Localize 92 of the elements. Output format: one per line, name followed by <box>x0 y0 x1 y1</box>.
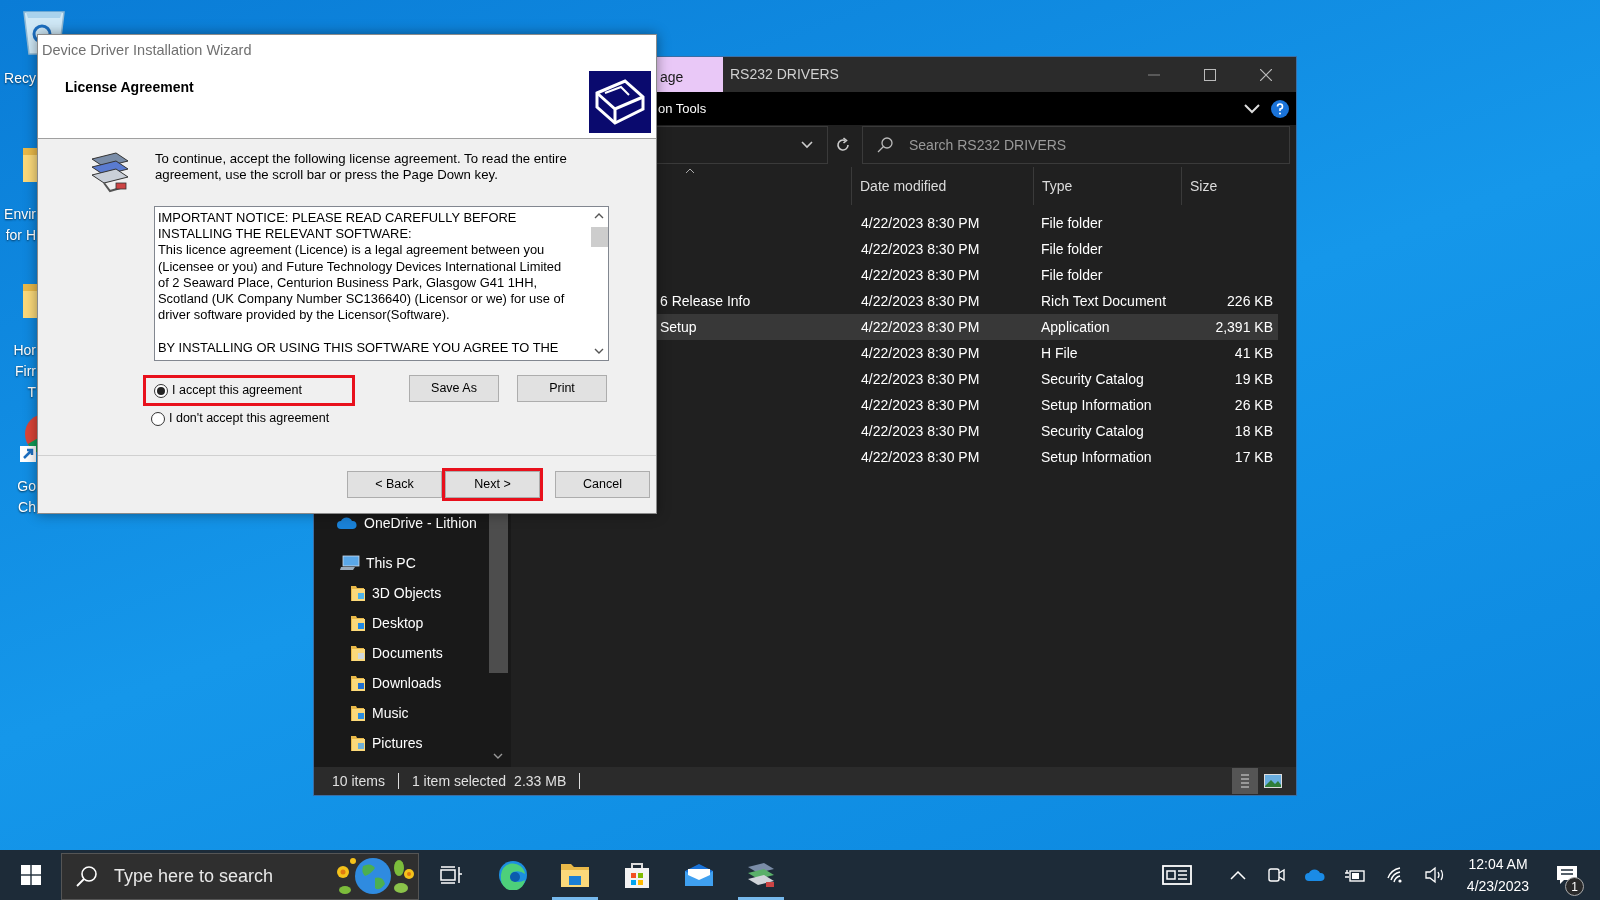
folder-icon <box>350 614 366 632</box>
date-cell: 4/22/2023 8:30 PM <box>861 370 980 387</box>
close-icon[interactable] <box>1260 68 1272 81</box>
clock[interactable]: 12:04 AM 4/23/2023 <box>1454 850 1542 900</box>
instruction-text: To continue, accept the following license agreement. To read the entire agreement, use the scroll bar or press the Page Down key. <box>155 151 567 184</box>
desktop-icon-label[interactable]: Go Ch <box>0 476 36 518</box>
scroll-down-icon[interactable] <box>493 753 503 760</box>
nav-item[interactable]: Music <box>314 698 511 728</box>
dialog-button[interactable]: Save As <box>409 375 499 402</box>
windows-logo-icon[interactable] <box>20 865 41 885</box>
type-cell: File folder <box>1041 214 1103 231</box>
scrollbar-thumb[interactable] <box>590 227 608 247</box>
dialog-button[interactable]: Cancel <box>555 471 650 498</box>
type-cell: Rich Text Document <box>1041 292 1166 309</box>
column-header[interactable]: Type <box>1033 167 1181 205</box>
scrollbar-thumb[interactable] <box>489 511 508 673</box>
folder-icon <box>350 734 366 752</box>
size-cell: 19 KB <box>1234 370 1273 387</box>
desktop-icon-label[interactable]: Hor Firr T <box>0 340 36 403</box>
selection-info: 1 item selected <box>411 771 507 791</box>
type-cell: File folder <box>1041 266 1103 283</box>
help-icon[interactable] <box>1270 98 1290 119</box>
type-cell: Application <box>1041 318 1110 335</box>
scroll-up-icon[interactable] <box>594 213 604 219</box>
column-header[interactable]: Date modified <box>851 167 1033 205</box>
notification-button[interactable]: 1 <box>1542 850 1592 900</box>
search-icon <box>876 136 894 154</box>
ribbon-tab[interactable]: on Tools <box>658 98 707 119</box>
folder-icon <box>350 674 366 692</box>
file-name: Setup <box>660 318 697 335</box>
nav-item[interactable]: Pictures <box>314 728 511 758</box>
date-cell: 4/22/2023 8:30 PM <box>861 266 980 283</box>
size-cell: 17 KB <box>1234 448 1273 465</box>
item-count: 10 items <box>332 771 385 791</box>
maximize-icon[interactable] <box>1204 68 1216 81</box>
nav-item[interactable]: Desktop <box>314 608 511 638</box>
nav-item[interactable]: This PC <box>314 548 511 578</box>
ribbon-expand-icon[interactable] <box>1244 103 1260 114</box>
date-cell: 4/22/2023 8:30 PM <box>861 422 980 439</box>
folder-icon <box>350 584 366 602</box>
nav-item[interactable]: Documents <box>314 638 511 668</box>
taskbar-search-field[interactable]: Type here to search <box>61 853 419 900</box>
dialog-button[interactable]: Print <box>517 375 607 402</box>
radio-option[interactable]: I don't accept this agreement <box>143 406 355 431</box>
dialog-button[interactable]: Next > <box>445 471 540 498</box>
cloud-icon <box>336 516 358 530</box>
date-cell: 4/22/2023 8:30 PM <box>861 214 980 231</box>
folder-icon <box>350 704 366 722</box>
size-cell: 2,391 KB <box>1215 318 1273 335</box>
search-field[interactable]: Search RS232 DRIVERS <box>862 126 1290 164</box>
selection-size: 2.33 MB <box>514 771 567 791</box>
scroll-down-icon[interactable] <box>594 348 604 354</box>
column-header[interactable]: Size <box>1181 167 1281 205</box>
type-cell: Security Catalog <box>1041 370 1144 387</box>
radio-option[interactable]: I accept this agreement <box>143 375 355 406</box>
size-cell: 226 KB <box>1227 292 1273 309</box>
computer-icon <box>340 555 360 571</box>
type-cell: File folder <box>1041 240 1103 257</box>
size-cell: 26 KB <box>1234 396 1273 413</box>
notification-count: 1 <box>1565 877 1584 896</box>
landscape-icon[interactable] <box>1264 774 1282 788</box>
refresh-icon[interactable] <box>835 137 852 153</box>
date-cell: 4/22/2023 8:30 PM <box>861 292 980 309</box>
clock-time: 12:04 AM <box>1468 855 1528 874</box>
folder-icon <box>350 644 366 662</box>
type-cell: Security Catalog <box>1041 422 1144 439</box>
date-cell: 4/22/2023 8:30 PM <box>861 318 980 335</box>
nav-item[interactable]: Downloads <box>314 668 511 698</box>
sort-ascending-icon <box>685 168 695 174</box>
date-cell: 4/22/2023 8:30 PM <box>861 396 980 413</box>
type-cell: Setup Information <box>1041 448 1152 465</box>
type-cell: Setup Information <box>1041 396 1152 413</box>
nav-item[interactable]: OneDrive - Lithion <box>314 508 511 538</box>
dialog-heading: License Agreement <box>64 78 194 97</box>
desktop-icon-label[interactable]: Recy <box>0 68 36 89</box>
hardware-icon <box>589 71 651 133</box>
date-cell: 4/22/2023 8:30 PM <box>861 344 980 361</box>
type-cell: H File <box>1041 344 1078 361</box>
list-icon[interactable] <box>1240 773 1250 789</box>
size-cell: 18 KB <box>1234 422 1273 439</box>
size-cell: 41 KB <box>1234 344 1273 361</box>
dialog-button[interactable]: < Back <box>347 471 442 498</box>
nav-item[interactable]: 3D Objects <box>314 578 511 608</box>
date-cell: 4/22/2023 8:30 PM <box>861 448 980 465</box>
desktop-icon-label[interactable]: Envir for H <box>0 204 36 246</box>
window-title: RS232 DRIVERS <box>730 65 839 84</box>
clock-date: 4/23/2023 <box>1466 877 1530 896</box>
file-name: 6 Release Info <box>660 292 751 309</box>
date-cell: 4/22/2023 8:30 PM <box>861 240 980 257</box>
chevron-down-icon[interactable] <box>801 141 814 149</box>
dialog-title: Device Driver Installation Wizard <box>42 41 252 61</box>
search-icon <box>75 864 99 888</box>
